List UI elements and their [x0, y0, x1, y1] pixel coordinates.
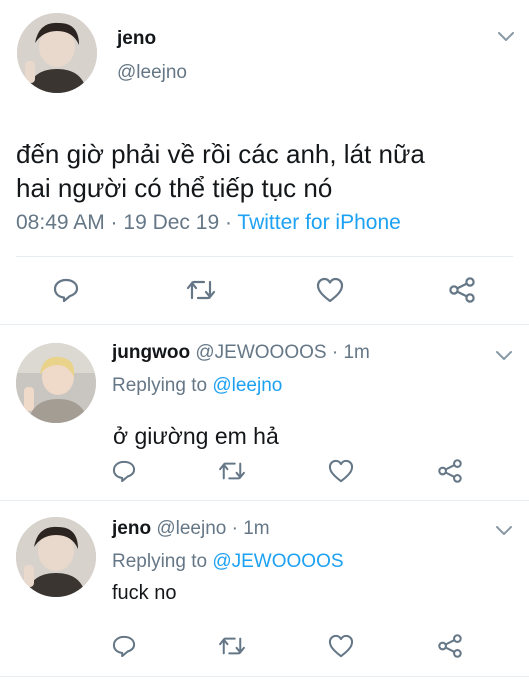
tweet-text-line: đến giờ phải về rồi các anh, lát nữa [16, 139, 425, 169]
chevron-down-icon[interactable] [496, 526, 512, 536]
display-name[interactable]: jeno [117, 28, 156, 50]
handle[interactable]: @leejno [117, 62, 187, 84]
retweet-icon[interactable] [185, 274, 217, 306]
display-name[interactable]: jungwoo [112, 342, 190, 363]
avatar[interactable] [17, 13, 97, 93]
reply-icon[interactable] [108, 630, 140, 662]
divider [16, 256, 513, 257]
reply-text: ở giường em hả [113, 423, 279, 449]
reply-header: jeno @leejno · 1m [112, 518, 270, 540]
divider [0, 324, 529, 325]
display-name[interactable]: jeno [112, 518, 151, 539]
share-icon[interactable] [434, 455, 466, 487]
action-bar [0, 455, 529, 495]
avatar[interactable] [16, 343, 96, 423]
replying-prefix: Replying to [112, 375, 213, 396]
divider [0, 500, 529, 501]
replying-prefix: Replying to [112, 551, 213, 572]
reply-time[interactable]: · 1m [226, 518, 270, 539]
like-icon[interactable] [325, 455, 357, 487]
retweet-icon[interactable] [216, 630, 248, 662]
tweet-meta: 08:49 AM · 19 Dec 19 · Twitter for iPhon… [16, 211, 401, 235]
like-icon[interactable] [325, 630, 357, 662]
reply-icon[interactable] [50, 274, 82, 306]
tweet-text: đến giờ phải về rồi các anh, lát nữa hai… [16, 137, 425, 205]
replying-to-link[interactable]: @leejno [212, 375, 282, 396]
retweet-icon[interactable] [216, 455, 248, 487]
action-bar [0, 630, 529, 670]
timestamp[interactable]: 08:49 AM · 19 Dec 19 · [16, 211, 237, 234]
action-bar [0, 270, 529, 310]
replying-to-link[interactable]: @JEWOOOOS [212, 551, 343, 572]
reply-icon[interactable] [108, 455, 140, 487]
handle[interactable]: @JEWOOOOS [195, 342, 326, 363]
tweet-source-link[interactable]: Twitter for iPhone [237, 211, 400, 234]
replying-to: Replying to @leejno [112, 375, 282, 397]
chevron-down-icon[interactable] [498, 32, 514, 42]
handle[interactable]: @leejno [156, 518, 226, 539]
divider [0, 676, 529, 677]
chevron-down-icon[interactable] [496, 351, 512, 361]
reply-time[interactable]: · 1m [327, 342, 370, 363]
like-icon[interactable] [314, 274, 346, 306]
tweet-text-line: hai người có thể tiếp tục nó [16, 173, 333, 203]
share-icon[interactable] [446, 274, 478, 306]
reply-header: jungwoo @JEWOOOOS · 1m [112, 342, 370, 364]
reply-text: fuck no [112, 582, 177, 604]
avatar[interactable] [16, 517, 96, 597]
share-icon[interactable] [434, 630, 466, 662]
replying-to: Replying to @JEWOOOOS [112, 551, 344, 573]
